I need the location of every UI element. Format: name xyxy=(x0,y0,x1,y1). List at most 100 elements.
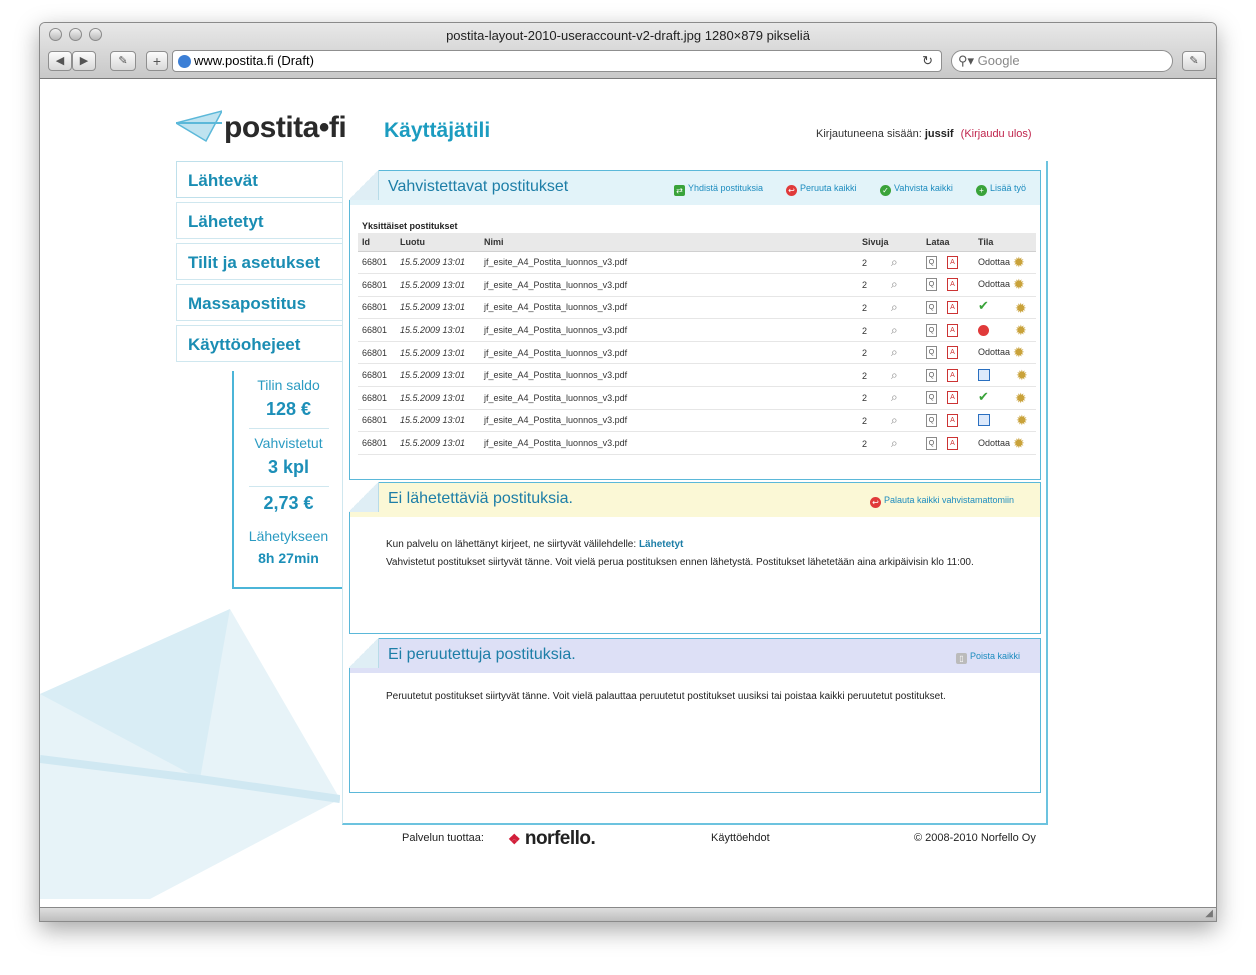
pdf-icon[interactable]: A xyxy=(947,391,958,405)
preview-icon[interactable]: Q xyxy=(926,436,937,450)
preview-icon[interactable]: Q xyxy=(926,368,937,382)
row-download: QA xyxy=(922,363,974,388)
gear-icon[interactable]: ✹ xyxy=(1015,322,1027,338)
attachment-icon[interactable]: ⌕ xyxy=(891,345,898,359)
panel-corner xyxy=(349,638,379,668)
col-id: Id xyxy=(358,233,396,252)
gear-icon[interactable]: ✹ xyxy=(1013,435,1025,451)
norfello-logo[interactable]: ❖ norfello. xyxy=(508,828,596,850)
attachment-icon[interactable]: ⌕ xyxy=(891,413,898,427)
attachment-icon[interactable]: ⌕ xyxy=(891,300,898,314)
trash-icon: ▯ xyxy=(956,653,967,664)
row-created: 15.5.2009 13:01 xyxy=(396,431,480,455)
preview-icon[interactable]: Q xyxy=(926,255,937,269)
merge-action[interactable]: ⇄ Yhdistä postituksia xyxy=(674,183,763,196)
preview-icon[interactable]: Q xyxy=(926,346,937,360)
pdf-icon[interactable]: A xyxy=(947,368,958,382)
gear-icon[interactable]: ✹ xyxy=(1013,254,1025,270)
resize-grip-icon[interactable]: ◢ xyxy=(1205,908,1213,919)
edit-page-icon[interactable]: ✎ xyxy=(1182,51,1206,71)
window-title: postita-layout-2010-useraccount-v2-draft… xyxy=(446,28,810,43)
add-job-action[interactable]: + Lisää työ xyxy=(976,183,1026,196)
gear-icon[interactable]: ✹ xyxy=(1015,390,1027,406)
pdf-icon[interactable]: A xyxy=(947,300,958,314)
attachment-icon[interactable]: ⌕ xyxy=(891,277,898,291)
preview-icon[interactable]: Q xyxy=(926,413,937,427)
gear-icon[interactable]: ✹ xyxy=(1013,276,1025,292)
row-download: QA xyxy=(922,251,974,275)
status-text: Odottaa xyxy=(978,256,1011,267)
postita-logo[interactable]: postita•fi xyxy=(174,109,347,145)
pdf-icon[interactable]: A xyxy=(947,278,958,292)
attachment-icon[interactable]: ⌕ xyxy=(891,368,898,382)
table-row[interactable]: 66801 15.5.2009 13:01 jf_esite_A4_Postita_… xyxy=(358,318,1036,342)
row-status: ✹ xyxy=(974,409,1036,433)
footer-provider-label: Palvelun tuottaa: xyxy=(402,832,484,844)
send-info-text: Kun palvelu on lähettänyt kirjeet, ne si… xyxy=(386,539,683,550)
row-id: 66801 xyxy=(358,341,396,365)
preview-icon[interactable]: Q xyxy=(926,323,937,337)
row-pages-value: 2 xyxy=(862,302,868,313)
address-bar[interactable]: www.postita.fi (Draft) ↻ xyxy=(172,50,942,72)
attachment-icon[interactable]: ⌕ xyxy=(891,436,898,450)
row-pages-value: 2 xyxy=(862,348,868,359)
add-bookmark-button[interactable]: + xyxy=(146,51,168,71)
send-time: 8h 27min xyxy=(258,550,319,566)
delete-all-action[interactable]: ▯ Poista kaikki xyxy=(956,651,1020,664)
send-info-text-2: Vahvistetut postitukset siirtyvät tänne.… xyxy=(386,557,974,568)
sidebar-item-lahtevat[interactable]: Lähtevät xyxy=(176,161,342,198)
restore-all-action[interactable]: ↩ Palauta kaikki vahvistamattomiin xyxy=(870,495,1014,508)
cancel-all-action[interactable]: ↩ Peruuta kaikki xyxy=(786,183,857,196)
pdf-icon[interactable]: A xyxy=(947,436,958,450)
pdf-icon[interactable]: A xyxy=(947,413,958,427)
confirm-all-action[interactable]: ✓ Vahvista kaikki xyxy=(880,183,953,196)
search-field[interactable]: ⚲▾ Google xyxy=(951,50,1173,72)
cancelled-icon xyxy=(978,324,989,336)
evernote-icon[interactable]: ✎ xyxy=(110,51,136,71)
pdf-icon[interactable]: A xyxy=(947,323,958,337)
gear-icon[interactable]: ✹ xyxy=(1016,412,1028,428)
table-row[interactable]: 66801 15.5.2009 13:01 jf_esite_A4_Postita_… xyxy=(358,341,1036,365)
gear-icon[interactable]: ✹ xyxy=(1013,344,1025,360)
forward-button[interactable]: ▶ xyxy=(72,51,96,71)
attachment-icon[interactable]: ⌕ xyxy=(891,255,898,269)
terms-link[interactable]: Käyttöehdot xyxy=(711,832,770,844)
logout-link[interactable]: (Kirjaudu ulos) xyxy=(961,128,1032,140)
saldo-value: 128 € xyxy=(248,399,329,429)
table-row[interactable]: 66801 15.5.2009 13:01 jf_esite_A4_Postita_… xyxy=(358,296,1036,320)
pdf-icon[interactable]: A xyxy=(947,255,958,269)
confirm-all-label: Vahvista kaikki xyxy=(894,183,953,193)
sidebar-item-tilit[interactable]: Tilit ja asetukset xyxy=(176,243,342,280)
checkmark-icon: ✔ xyxy=(978,388,989,404)
preview-icon[interactable]: Q xyxy=(926,391,937,405)
sidebar-item-kayttoohjeet[interactable]: Käyttöohejeet xyxy=(176,325,342,362)
gear-icon[interactable]: ✹ xyxy=(1015,300,1027,316)
lahetetyt-link[interactable]: Lähetetyt xyxy=(639,539,683,550)
back-button[interactable]: ◀ xyxy=(48,51,72,71)
pdf-icon[interactable]: A xyxy=(947,346,958,360)
row-status: Odottaa ✹ xyxy=(974,431,1036,455)
preview-icon[interactable]: Q xyxy=(926,300,937,314)
preview-icon[interactable]: Q xyxy=(926,278,937,292)
table-row[interactable]: 66801 15.5.2009 13:01 jf_esite_A4_Postita_… xyxy=(358,409,1036,433)
send-label: Lähetykseen xyxy=(248,528,329,544)
confirmed-count: 3 kpl xyxy=(248,457,329,487)
gear-icon[interactable]: ✹ xyxy=(1016,367,1028,383)
sidebar-item-lahetetyt[interactable]: Lähetetyt xyxy=(176,202,342,239)
table-row[interactable]: 66801 15.5.2009 13:01 jf_esite_A4_Postita_… xyxy=(358,273,1036,297)
table-row[interactable]: 66801 15.5.2009 13:01 jf_esite_A4_Postita_… xyxy=(358,251,1036,275)
attachment-icon[interactable]: ⌕ xyxy=(891,323,898,337)
row-created: 15.5.2009 13:01 xyxy=(396,318,480,342)
table-row[interactable]: 66801 15.5.2009 13:01 jf_esite_A4_Postita_… xyxy=(358,386,1036,410)
table-row[interactable]: 66801 15.5.2009 13:01 jf_esite_A4_Postita_… xyxy=(358,431,1036,455)
table-row[interactable]: 66801 15.5.2009 13:01 jf_esite_A4_Postita_… xyxy=(358,363,1036,388)
col-pages: Sivuja xyxy=(858,233,922,252)
sidebar-item-massapostitus[interactable]: Massapostitus xyxy=(176,284,342,321)
row-status: ✔ ✹ xyxy=(974,386,1036,410)
row-name: jf_esite_A4_Postita_luonnos_v3.pdf xyxy=(480,363,858,388)
attachment-icon[interactable]: ⌕ xyxy=(891,390,898,404)
col-created: Luotu xyxy=(396,233,480,252)
search-placeholder: Google xyxy=(977,53,1020,68)
page-content: postita•fi Käyttäjätili Kirjautuneena si… xyxy=(40,79,1216,907)
reload-icon[interactable]: ↻ xyxy=(922,51,933,71)
